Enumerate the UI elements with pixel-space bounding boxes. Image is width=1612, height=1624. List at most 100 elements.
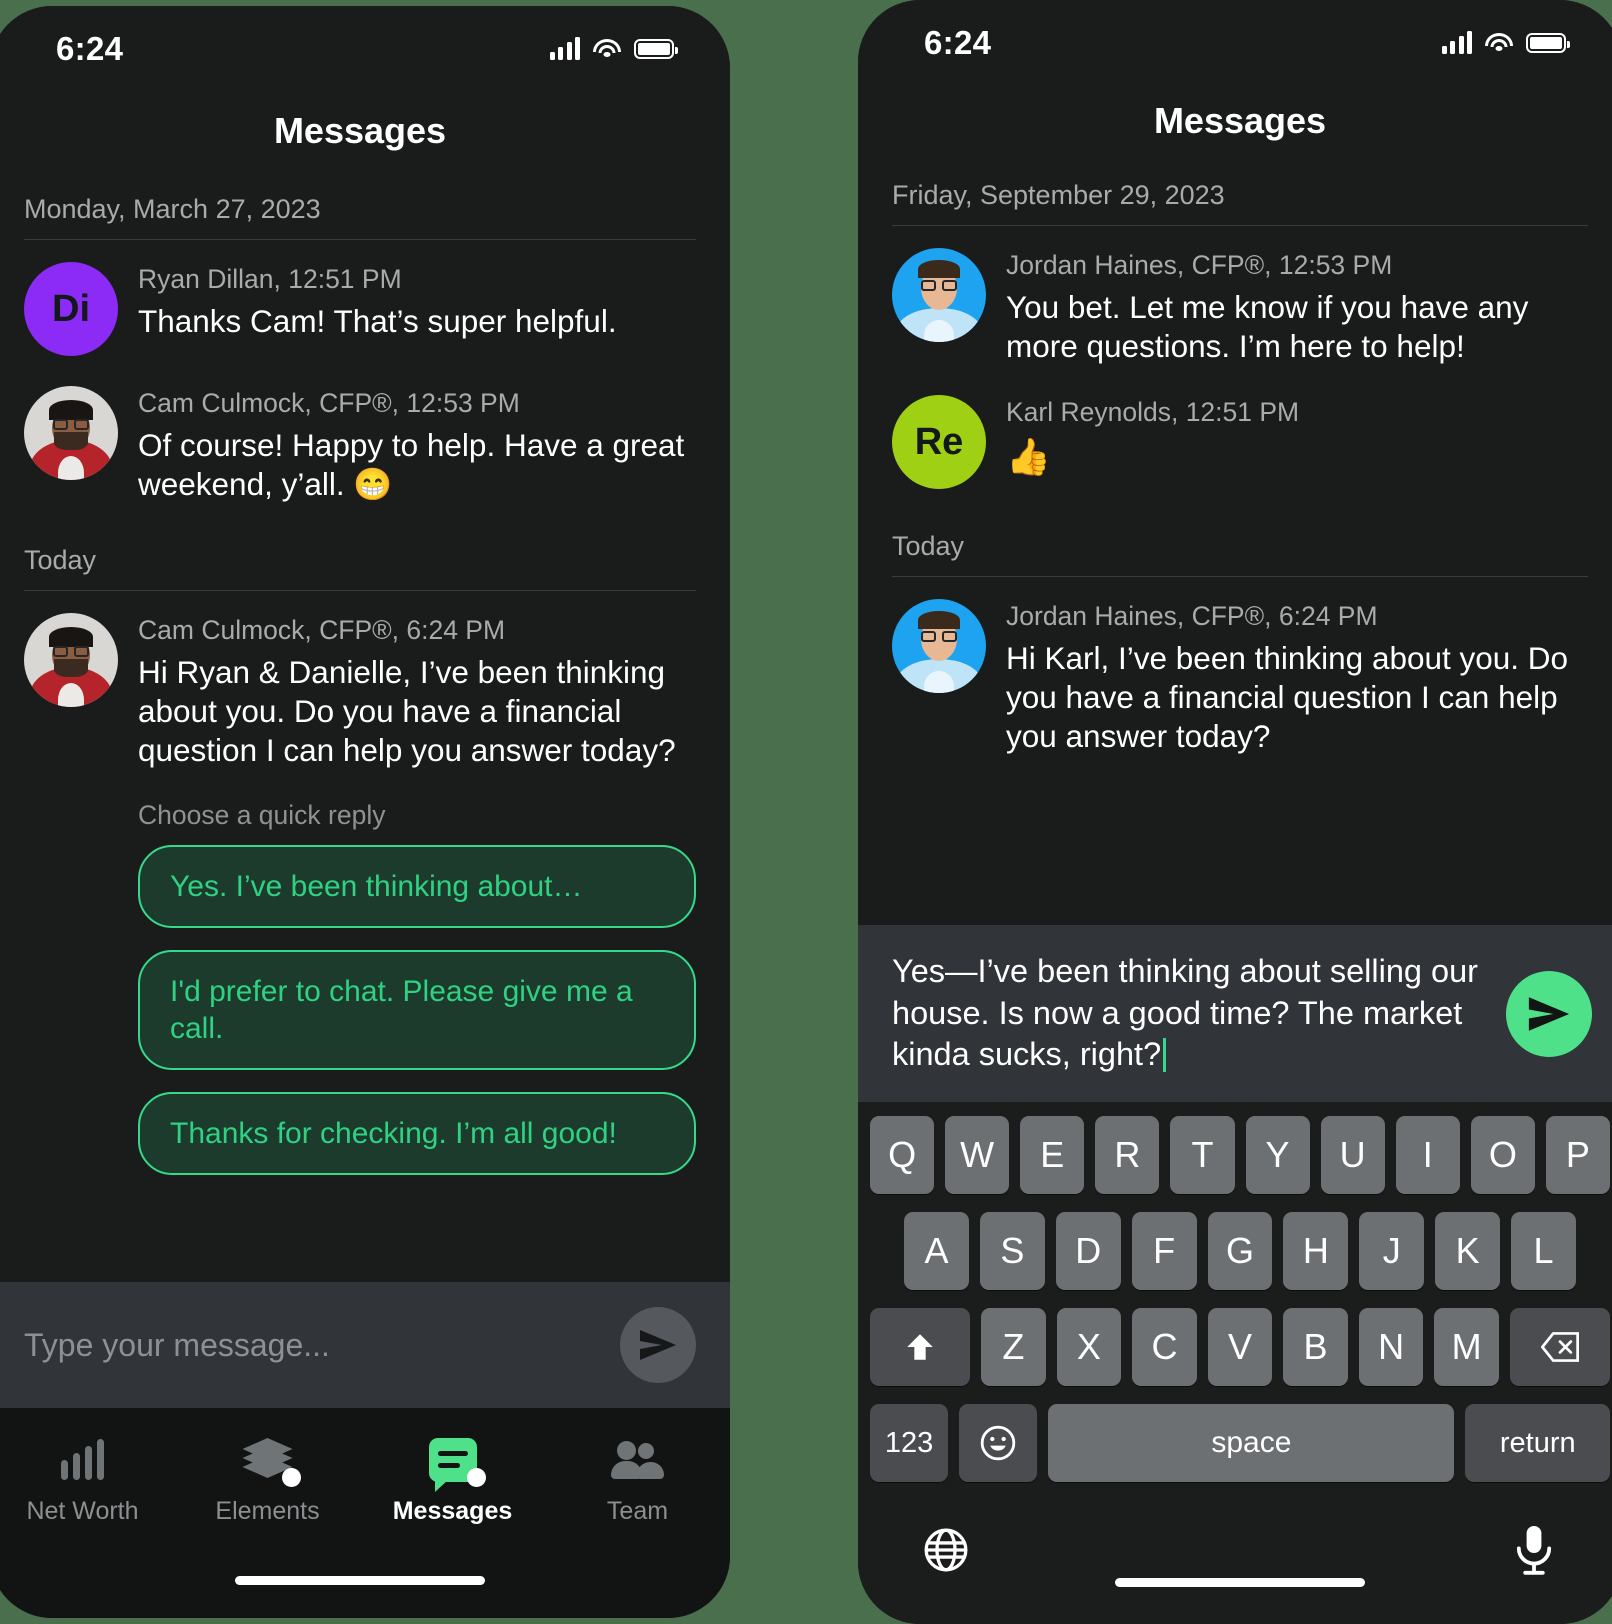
key-d[interactable]: D — [1055, 1212, 1121, 1290]
home-indicator[interactable] — [864, 1578, 1612, 1624]
key-l[interactable]: L — [1511, 1212, 1577, 1290]
tab-label: Net Worth — [26, 1497, 139, 1525]
message-text: Thanks Cam! That’s super helpful. — [138, 303, 617, 339]
keyboard-bottom-row — [864, 1500, 1612, 1578]
key-r[interactable]: R — [1095, 1116, 1160, 1194]
key-x[interactable]: X — [1056, 1308, 1122, 1386]
battery-full-icon — [634, 39, 678, 59]
shift-arrow-icon — [907, 1334, 933, 1360]
microphone-dictation-icon — [1516, 1526, 1552, 1575]
chat-bubble-icon — [423, 1434, 486, 1492]
key-s[interactable]: S — [979, 1212, 1045, 1290]
key-w[interactable]: W — [945, 1116, 1010, 1194]
avatar[interactable]: Re — [892, 395, 986, 490]
message-text: Hi Ryan & Danielle, I’ve been thinking a… — [138, 654, 676, 768]
key-i[interactable]: I — [1395, 1116, 1460, 1194]
send-button[interactable] — [1506, 970, 1592, 1057]
status-clock: 6:24 — [56, 30, 124, 67]
avatar[interactable]: Di — [24, 262, 118, 356]
section-divider — [892, 576, 1588, 578]
key-j[interactable]: J — [1359, 1212, 1425, 1290]
sidebar-item-net-worth[interactable]: Net Worth — [0, 1434, 175, 1526]
key-f[interactable]: F — [1131, 1212, 1197, 1290]
key-e[interactable]: E — [1020, 1116, 1085, 1194]
status-icons — [549, 37, 678, 60]
wifi-icon — [1485, 32, 1513, 54]
message-text: Hi Karl, I’ve been thinking about you. D… — [1006, 640, 1569, 754]
message-input[interactable]: Yes—I’ve been thinking about selling our… — [892, 951, 1486, 1076]
key-h[interactable]: H — [1283, 1212, 1349, 1290]
globe-language-icon — [924, 1528, 968, 1572]
message-row: Jordan Haines, CFP®, 12:53 PM You bet. L… — [892, 248, 1588, 365]
tab-label: Team — [606, 1497, 669, 1525]
tab-label: Elements — [215, 1497, 320, 1525]
shift-key[interactable] — [870, 1308, 971, 1386]
key-k[interactable]: K — [1435, 1212, 1501, 1290]
message-meta: Ryan Dillan, 12:51 PM — [138, 264, 402, 294]
key-p[interactable]: P — [1545, 1116, 1610, 1194]
status-icons — [1441, 31, 1570, 54]
key-g[interactable]: G — [1207, 1212, 1273, 1290]
page-title: Messages — [1153, 100, 1327, 141]
message-body: Cam Culmock, CFP®, 12:53 PM Of course! H… — [138, 386, 696, 503]
quick-reply-label: Choose a quick reply — [138, 799, 386, 830]
key-t[interactable]: T — [1170, 1116, 1235, 1194]
message-body: Ryan Dillan, 12:51 PM Thanks Cam! That’s… — [138, 262, 696, 356]
onscreen-keyboard: QWERTYUIOP ASDFGHJKL ZXCVBNM 123 space r… — [858, 1102, 1612, 1624]
cam-culmock-avatar[interactable] — [24, 386, 118, 480]
cellular-signal-icon — [549, 37, 580, 60]
return-key[interactable]: return — [1465, 1404, 1611, 1482]
sidebar-item-elements[interactable]: Elements — [175, 1434, 360, 1526]
left-composer: Type your message... — [0, 1282, 730, 1408]
sidebar-item-messages[interactable]: Messages — [360, 1434, 545, 1526]
send-button[interactable] — [620, 1307, 696, 1383]
numbers-key[interactable]: 123 — [870, 1404, 949, 1482]
quick-reply-option[interactable]: Thanks for checking. I’m all good! — [138, 1092, 696, 1176]
key-o[interactable]: O — [1470, 1116, 1535, 1194]
key-z[interactable]: Z — [981, 1308, 1046, 1386]
right-composer: Yes—I’ve been thinking about selling our… — [858, 925, 1612, 1102]
keyboard-row-1: QWERTYUIOP — [864, 1116, 1612, 1194]
keyboard-row-3: ZXCVBNM — [864, 1308, 1612, 1386]
microphone-key[interactable] — [1506, 1522, 1562, 1578]
backspace-delete-icon — [1540, 1332, 1579, 1362]
key-m[interactable]: M — [1434, 1308, 1499, 1386]
wifi-icon — [593, 38, 621, 60]
jordan-haines-avatar[interactable] — [892, 599, 986, 694]
cellular-signal-icon — [1441, 31, 1472, 54]
section-divider — [24, 239, 696, 240]
badge-dot — [281, 1468, 301, 1487]
cam-culmock-avatar[interactable] — [24, 613, 118, 708]
screenshot-stage: 6:24 Messages Monday, March 27, 2023 Di … — [0, 0, 1612, 1624]
day-label: Today — [24, 545, 97, 576]
message-input[interactable]: Type your message... — [24, 1327, 604, 1364]
avatar-initials: Di — [52, 287, 90, 330]
key-q[interactable]: Q — [870, 1116, 935, 1194]
send-paper-plane-icon — [640, 1330, 676, 1360]
message-meta: Karl Reynolds, 12:51 PM — [1006, 397, 1300, 428]
key-n[interactable]: N — [1358, 1308, 1424, 1386]
jordan-haines-avatar[interactable] — [892, 248, 986, 342]
home-indicator[interactable] — [0, 1576, 730, 1618]
key-b[interactable]: B — [1283, 1308, 1348, 1386]
quick-reply-option[interactable]: Yes. I’ve been thinking about… — [138, 844, 696, 928]
key-v[interactable]: V — [1207, 1308, 1273, 1386]
emoji-key[interactable] — [959, 1404, 1038, 1482]
keyboard-row-4: 123 space return — [864, 1404, 1612, 1482]
quick-reply-option[interactable]: I'd prefer to chat. Please give me a cal… — [138, 949, 696, 1071]
day-label: Monday, March 27, 2023 — [24, 194, 321, 224]
key-u[interactable]: U — [1320, 1116, 1385, 1194]
backspace-key[interactable] — [1509, 1308, 1610, 1386]
key-c[interactable]: C — [1132, 1308, 1197, 1386]
message-row: Cam Culmock, CFP®, 6:24 PM Hi Ryan & Dan… — [24, 613, 696, 769]
sidebar-item-team[interactable]: Team — [545, 1434, 730, 1526]
message-row: Jordan Haines, CFP®, 6:24 PM Hi Karl, I’… — [892, 599, 1588, 755]
key-y[interactable]: Y — [1245, 1116, 1310, 1194]
globe-key[interactable] — [918, 1522, 974, 1578]
message-row: Cam Culmock, CFP®, 12:53 PM Of course! H… — [24, 386, 696, 503]
space-key[interactable]: space — [1048, 1404, 1455, 1482]
typed-text: Yes—I’ve been thinking about selling our… — [892, 953, 1478, 1073]
message-body: Jordan Haines, CFP®, 12:53 PM You bet. L… — [1006, 248, 1588, 365]
key-a[interactable]: A — [904, 1212, 969, 1290]
message-meta: Jordan Haines, CFP®, 12:53 PM — [1006, 250, 1393, 280]
